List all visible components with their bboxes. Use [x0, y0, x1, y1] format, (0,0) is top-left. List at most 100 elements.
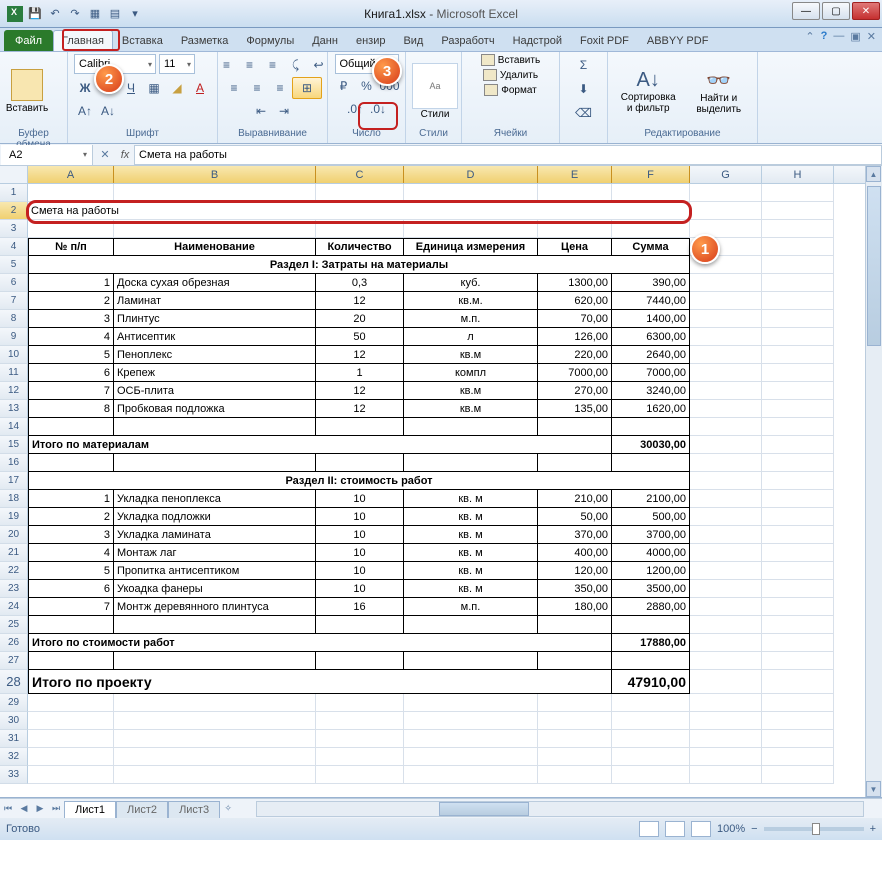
cell[interactable]: Ламинат	[114, 292, 316, 310]
layout-view-icon[interactable]	[665, 821, 685, 837]
cell[interactable]	[28, 766, 114, 784]
cell[interactable]: Единица измерения	[404, 238, 538, 256]
cell[interactable]: ОСБ-плита	[114, 382, 316, 400]
row-header[interactable]: 14	[0, 418, 28, 436]
cell[interactable]	[762, 436, 834, 454]
cell[interactable]	[690, 310, 762, 328]
tab-formulas[interactable]: Формулы	[237, 30, 303, 51]
cell[interactable]: Смета на работы	[28, 202, 690, 220]
cell[interactable]: Монтж деревянного плинтуса	[114, 598, 316, 616]
cell[interactable]	[762, 238, 834, 256]
cell[interactable]	[690, 382, 762, 400]
row-header[interactable]: 20	[0, 526, 28, 544]
name-box[interactable]: A2	[1, 145, 93, 165]
tab-insert[interactable]: Вставка	[113, 30, 172, 51]
cell[interactable]	[690, 418, 762, 436]
cell[interactable]	[404, 418, 538, 436]
horizontal-scrollbar[interactable]	[256, 801, 864, 817]
cell[interactable]	[762, 748, 834, 766]
cell[interactable]: 120,00	[538, 562, 612, 580]
scroll-up-icon[interactable]: ▲	[866, 166, 881, 182]
find-select-button[interactable]: 👓 Найти и выделить	[686, 58, 751, 124]
cell[interactable]: 12	[316, 346, 404, 364]
row-header[interactable]: 15	[0, 436, 28, 454]
sort-filter-button[interactable]: A↓ Сортировка и фильтр	[614, 58, 682, 124]
cell[interactable]: 2	[28, 292, 114, 310]
cell[interactable]: 7000,00	[538, 364, 612, 382]
cell[interactable]	[762, 202, 834, 220]
cell[interactable]	[612, 766, 690, 784]
cell[interactable]	[28, 616, 114, 634]
cell[interactable]: 17880,00	[612, 634, 690, 652]
cell[interactable]: кв. м	[404, 508, 538, 526]
cell[interactable]: 10	[316, 580, 404, 598]
vertical-scrollbar[interactable]: ▲ ▼	[865, 166, 882, 797]
cell[interactable]	[762, 328, 834, 346]
cell[interactable]	[114, 694, 316, 712]
cell[interactable]: Раздел II: стоимость работ	[28, 472, 690, 490]
cell[interactable]: кв. м	[404, 490, 538, 508]
cell[interactable]	[762, 634, 834, 652]
cell[interactable]	[28, 694, 114, 712]
align-top-icon[interactable]: ≡	[216, 54, 238, 76]
cell[interactable]	[762, 730, 834, 748]
cell[interactable]	[690, 766, 762, 784]
fx-icon[interactable]: fx	[116, 149, 134, 161]
cell[interactable]	[114, 184, 316, 202]
font-size-combo[interactable]: 11	[159, 54, 195, 74]
cell[interactable]	[538, 730, 612, 748]
help-icon[interactable]: ?	[821, 30, 828, 43]
cell[interactable]: 2640,00	[612, 346, 690, 364]
cell[interactable]	[762, 598, 834, 616]
cell[interactable]	[316, 220, 404, 238]
cell[interactable]: Итого по стоимости работ	[28, 634, 612, 652]
cell[interactable]	[690, 490, 762, 508]
cell[interactable]	[538, 712, 612, 730]
clear-icon[interactable]: ⌫	[573, 102, 595, 124]
close-button[interactable]: ✕	[852, 2, 880, 20]
cell[interactable]: 1200,00	[612, 562, 690, 580]
row-header[interactable]: 6	[0, 274, 28, 292]
cell[interactable]	[114, 766, 316, 784]
cell[interactable]: 30030,00	[612, 436, 690, 454]
cell[interactable]	[762, 766, 834, 784]
cell[interactable]	[690, 544, 762, 562]
cell[interactable]: кв.м	[404, 346, 538, 364]
cell[interactable]	[690, 436, 762, 454]
formula-input[interactable]: Смета на работы	[134, 145, 882, 165]
cell[interactable]: компл	[404, 364, 538, 382]
autosum-icon[interactable]: Σ	[573, 54, 595, 76]
cell[interactable]	[316, 418, 404, 436]
cell[interactable]: 3500,00	[612, 580, 690, 598]
row-header[interactable]: 17	[0, 472, 28, 490]
cell[interactable]	[404, 694, 538, 712]
cell[interactable]: Монтаж лаг	[114, 544, 316, 562]
indent-inc-icon[interactable]: ⇥	[273, 100, 295, 122]
cell[interactable]: 10	[316, 490, 404, 508]
cell[interactable]	[762, 508, 834, 526]
cell[interactable]	[690, 346, 762, 364]
cell[interactable]: 16	[316, 598, 404, 616]
sheet-nav-next[interactable]: ▶	[32, 803, 48, 814]
cell[interactable]	[612, 694, 690, 712]
cell[interactable]	[762, 694, 834, 712]
cell[interactable]: кв. м	[404, 580, 538, 598]
pagebreak-view-icon[interactable]	[691, 821, 711, 837]
cell[interactable]	[316, 694, 404, 712]
row-header[interactable]: 16	[0, 454, 28, 472]
cell[interactable]: 1400,00	[612, 310, 690, 328]
cell[interactable]	[690, 616, 762, 634]
cell[interactable]: 6300,00	[612, 328, 690, 346]
row-header[interactable]: 5	[0, 256, 28, 274]
col-header[interactable]: D	[404, 166, 538, 183]
col-header[interactable]: H	[762, 166, 834, 183]
cell[interactable]	[316, 616, 404, 634]
cell[interactable]: куб.	[404, 274, 538, 292]
cell[interactable]	[404, 730, 538, 748]
sheet-tab[interactable]: Лист1	[64, 801, 116, 818]
cell[interactable]: 6	[28, 580, 114, 598]
col-header[interactable]: F	[612, 166, 690, 183]
merge-center-button[interactable]: ⊞	[292, 77, 322, 99]
tab-review[interactable]: ензир	[347, 30, 395, 51]
cell[interactable]	[690, 508, 762, 526]
